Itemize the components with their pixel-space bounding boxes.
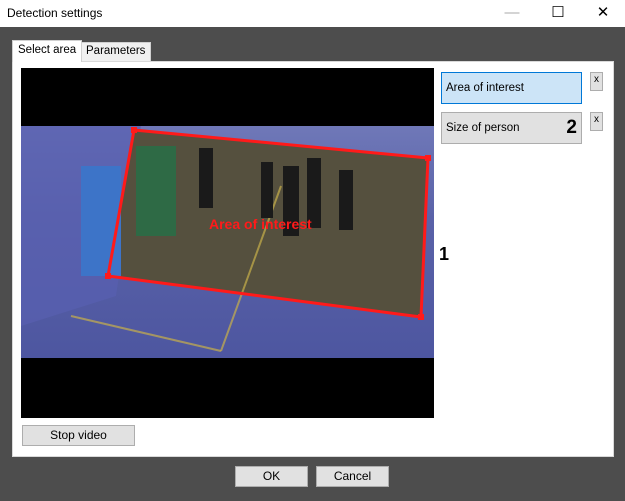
annotation-1: 1 xyxy=(439,244,450,264)
tab-select-area[interactable]: Select area xyxy=(12,40,83,62)
tab-parameters[interactable]: Parameters xyxy=(80,42,152,61)
maximize-button[interactable]: ☐ xyxy=(535,0,581,27)
window-title: Detection settings xyxy=(7,6,103,20)
cancel-button[interactable]: Cancel xyxy=(316,466,389,487)
size-of-person-button[interactable]: Size of person 2 xyxy=(441,112,582,144)
title-bar: Detection settings — ☐ ✕ xyxy=(0,0,625,27)
camera-frame: Area of interest xyxy=(21,126,434,358)
area-of-interest-label: Area of interest xyxy=(446,82,524,94)
area-of-interest-button[interactable]: Area of interest xyxy=(441,72,582,104)
annotation-2: 2 xyxy=(566,117,577,138)
close-button[interactable]: ✕ xyxy=(580,0,625,27)
remove-area-of-interest-button[interactable]: x xyxy=(590,72,603,91)
video-preview[interactable]: Area of interest xyxy=(21,68,434,418)
stop-video-button[interactable]: Stop video xyxy=(22,425,135,446)
remove-size-of-person-button[interactable]: x xyxy=(590,112,603,131)
size-of-person-label: Size of person xyxy=(446,122,520,134)
zone-label: Area of interest xyxy=(209,216,312,232)
ok-button[interactable]: OK xyxy=(235,466,308,487)
minimize-button[interactable]: — xyxy=(489,0,535,27)
